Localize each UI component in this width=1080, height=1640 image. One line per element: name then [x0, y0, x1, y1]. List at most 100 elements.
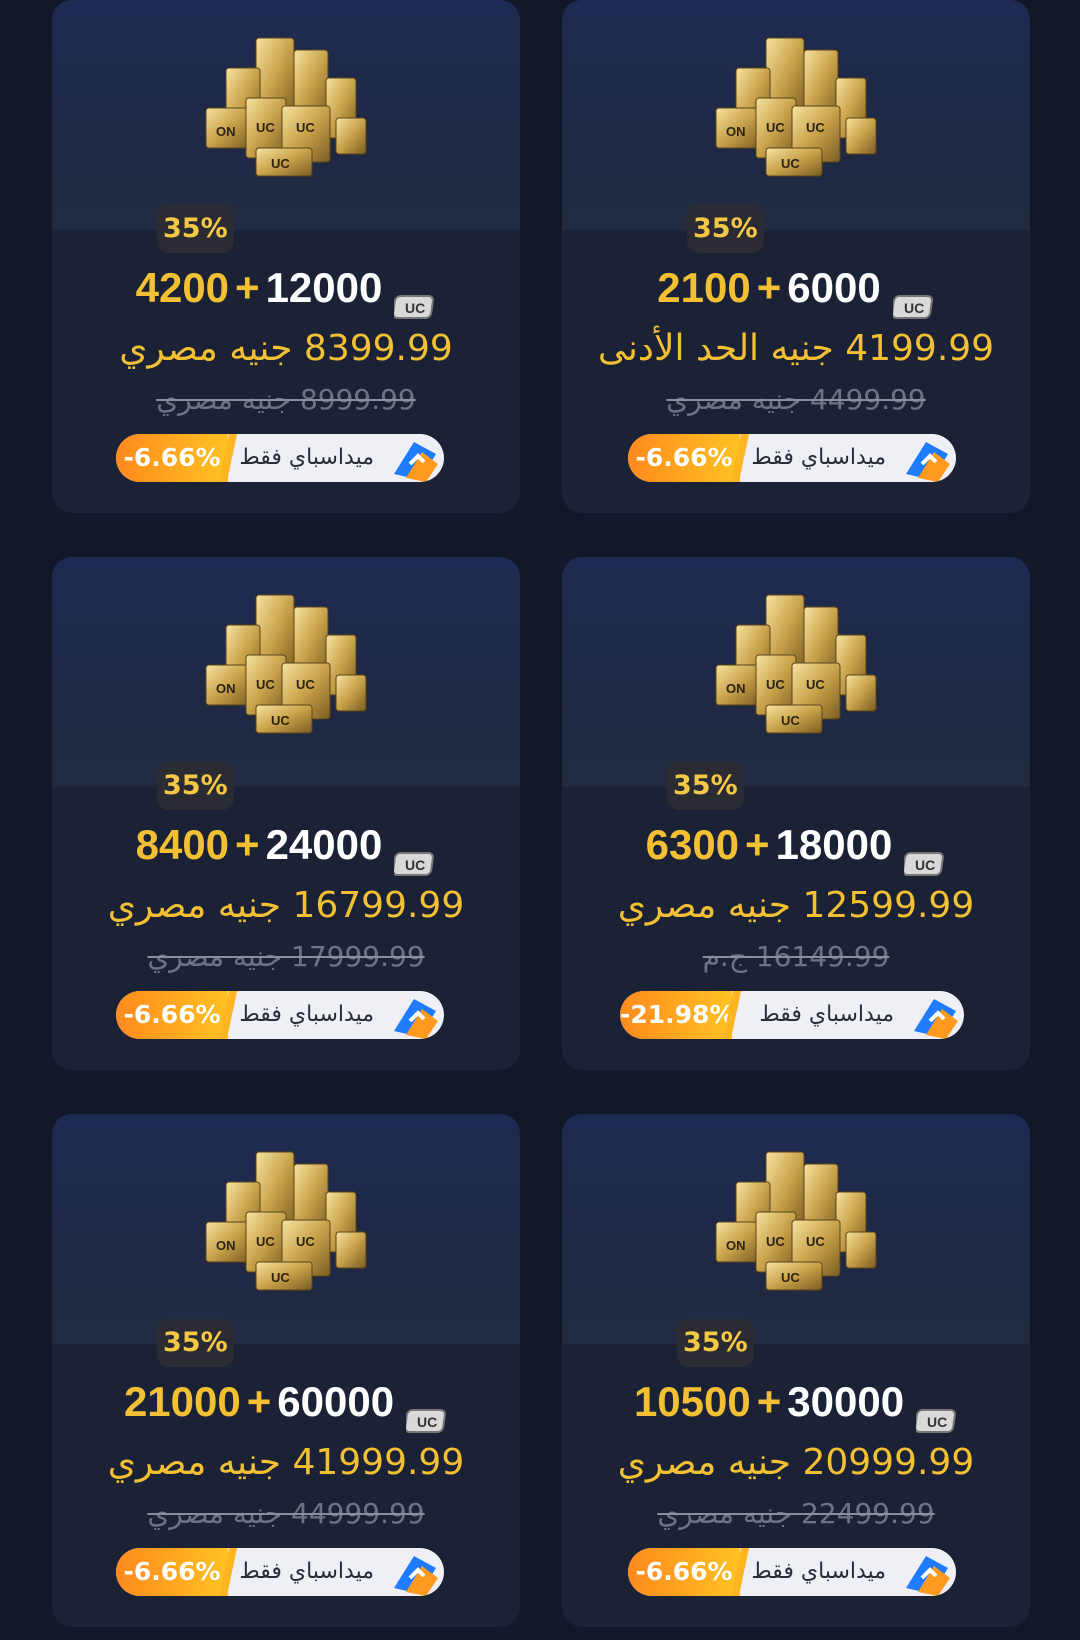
bonus-percent-badge: 35%: [157, 1319, 234, 1367]
svg-text:UC: UC: [781, 156, 800, 171]
bonus-percent-badge: 35%: [687, 205, 764, 253]
uc-base-amount: 18000: [775, 821, 893, 868]
svg-text:UC: UC: [296, 120, 315, 135]
uc-icon: UC: [392, 834, 436, 876]
uc-bonus-amount: 10500: [633, 1378, 751, 1425]
current-price: 41999.99 جنيه مصري: [107, 1442, 465, 1483]
svg-text:ON: ON: [216, 124, 236, 139]
card-image-area: ON UC UC UC: [52, 557, 520, 787]
uc-bonus-amount: 6300: [645, 821, 740, 868]
discount-label: -6.66%: [116, 991, 228, 1039]
midasbuy-only-label: ميداسباي فقط: [751, 445, 886, 470]
midasbuy-logo-icon: [384, 991, 444, 1039]
svg-text:ON: ON: [726, 124, 746, 139]
uc-base-amount: 6000: [787, 264, 881, 311]
uc-coin-pile-icon: ON UC UC UC: [696, 28, 896, 188]
midasbuy-only-label: ميداسباي فقط: [239, 1002, 374, 1027]
uc-bonus-amount: 4200: [135, 264, 230, 311]
discount-label: -6.66%: [116, 434, 228, 482]
uc-coin-pile-icon: ON UC UC UC: [696, 585, 896, 745]
svg-text:UC: UC: [781, 713, 800, 728]
svg-text:UC: UC: [256, 1234, 275, 1249]
uc-package-card[interactable]: ON UC UC UC 35% 8400 +24000 UC 16799.99 ج…: [52, 557, 520, 1070]
original-price: 44999.99 جنيه مصري: [52, 1492, 520, 1536]
discount-label: -6.66%: [628, 1548, 740, 1596]
uc-amount-row: 21000 +60000 UC: [52, 1372, 520, 1433]
card-image-area: ON UC UC UC: [562, 1114, 1030, 1344]
uc-plus-sign: +: [235, 264, 260, 311]
svg-text:UC: UC: [766, 1234, 785, 1249]
uc-icon: UC: [392, 277, 436, 319]
uc-package-card[interactable]: ON UC UC UC 35% 6300 +18000 UC 12599.99 ج…: [562, 557, 1030, 1070]
midasbuy-only-label: ميداسباي فقط: [759, 1002, 894, 1027]
uc-amount-row: 6300 +18000 UC: [562, 815, 1030, 876]
svg-text:UC: UC: [927, 1414, 947, 1430]
svg-text:UC: UC: [405, 857, 425, 873]
uc-package-card[interactable]: ON UC UC UC 35% 2100 +6000 UC 4199.99 جني…: [562, 0, 1030, 513]
original-price-text: 16149.99 ج.م: [702, 940, 890, 973]
uc-package-grid: ON UC UC UC 35% 4200 +12000 UC 8399.99 جن…: [0, 0, 1080, 1640]
card-image-area: ON UC UC UC: [562, 557, 1030, 787]
svg-text:UC: UC: [915, 857, 935, 873]
uc-coin-pile-icon: ON UC UC UC: [186, 28, 386, 188]
midasbuy-logo-icon: [904, 991, 964, 1039]
uc-bonus-amount: 21000: [123, 1378, 241, 1425]
uc-package-card[interactable]: ON UC UC UC 35% 10500 +30000 UC 20999.99 …: [562, 1114, 1030, 1627]
uc-icon: UC: [902, 834, 946, 876]
uc-plus-sign: +: [756, 264, 782, 311]
svg-text:UC: UC: [256, 677, 275, 692]
uc-plus-sign: +: [756, 1378, 782, 1425]
uc-package-card[interactable]: ON UC UC UC 35% 4200 +12000 UC 8399.99 جن…: [52, 0, 520, 513]
midasbuy-discount-pill: -6.66% ميداسباي فقط: [116, 434, 444, 482]
current-price: 16799.99 جنيه مصري: [107, 885, 465, 926]
original-price: 22499.99 جنيه مصري: [562, 1492, 1030, 1536]
original-price-text: 4499.99 جنيه مصري: [666, 383, 926, 416]
svg-text:UC: UC: [766, 120, 785, 135]
svg-text:UC: UC: [417, 1414, 437, 1430]
uc-coin-pile-icon: ON UC UC UC: [696, 1142, 896, 1302]
uc-coin-pile-icon: ON UC UC UC: [186, 1142, 386, 1302]
svg-text:UC: UC: [806, 120, 825, 135]
uc-package-card[interactable]: ON UC UC UC 35% 21000 +60000 UC 41999.99 …: [52, 1114, 520, 1627]
current-price: 8399.99 جنيه مصري: [119, 328, 453, 369]
uc-amount-row: 8400 +24000 UC: [52, 815, 520, 876]
discount-label: -6.66%: [116, 1548, 228, 1596]
uc-icon: UC: [890, 277, 935, 319]
svg-text:UC: UC: [296, 1234, 315, 1249]
midasbuy-discount-pill: -6.66% ميداسباي فقط: [628, 434, 956, 482]
discount-label: -6.66%: [628, 434, 740, 482]
svg-text:UC: UC: [904, 300, 924, 316]
midasbuy-discount-pill: -6.66% ميداسباي فقط: [116, 1548, 444, 1596]
midasbuy-only-label: ميداسباي فقط: [751, 1559, 886, 1584]
original-price-text: 17999.99 جنيه مصري: [147, 940, 425, 973]
original-price: 17999.99 جنيه مصري: [52, 935, 520, 979]
svg-text:ON: ON: [726, 1238, 746, 1253]
uc-coin-pile-icon: ON UC UC UC: [186, 585, 386, 745]
uc-amount-row: 4200 +12000 UC: [52, 258, 520, 319]
midasbuy-only-label: ميداسباي فقط: [239, 445, 374, 470]
card-image-area: ON UC UC UC: [562, 0, 1030, 230]
uc-base-amount: 30000: [787, 1378, 905, 1425]
current-price: 12599.99 جنيه مصري: [617, 885, 975, 926]
uc-icon: UC: [914, 1391, 958, 1433]
midasbuy-discount-pill: -6.66% ميداسباي فقط: [628, 1548, 956, 1596]
svg-text:UC: UC: [781, 1270, 800, 1285]
current-price: 4199.99 جنيه الحد الأدنى: [597, 328, 995, 369]
svg-text:UC: UC: [806, 1234, 825, 1249]
uc-icon: UC: [404, 1391, 448, 1433]
svg-text:ON: ON: [216, 1238, 236, 1253]
svg-text:UC: UC: [405, 300, 425, 316]
midasbuy-logo-icon: [896, 1548, 956, 1596]
uc-base-amount: 24000: [265, 821, 383, 868]
svg-text:ON: ON: [216, 681, 236, 696]
card-image-area: ON UC UC UC: [52, 1114, 520, 1344]
svg-text:UC: UC: [766, 677, 785, 692]
svg-text:UC: UC: [271, 713, 290, 728]
uc-plus-sign: +: [235, 821, 260, 868]
svg-text:UC: UC: [806, 677, 825, 692]
uc-base-amount: 12000: [265, 264, 383, 311]
original-price: 4499.99 جنيه مصري: [562, 378, 1030, 422]
bonus-percent-badge: 35%: [157, 205, 234, 253]
bonus-percent-badge: 35%: [677, 1319, 754, 1367]
uc-plus-sign: +: [246, 1378, 272, 1425]
